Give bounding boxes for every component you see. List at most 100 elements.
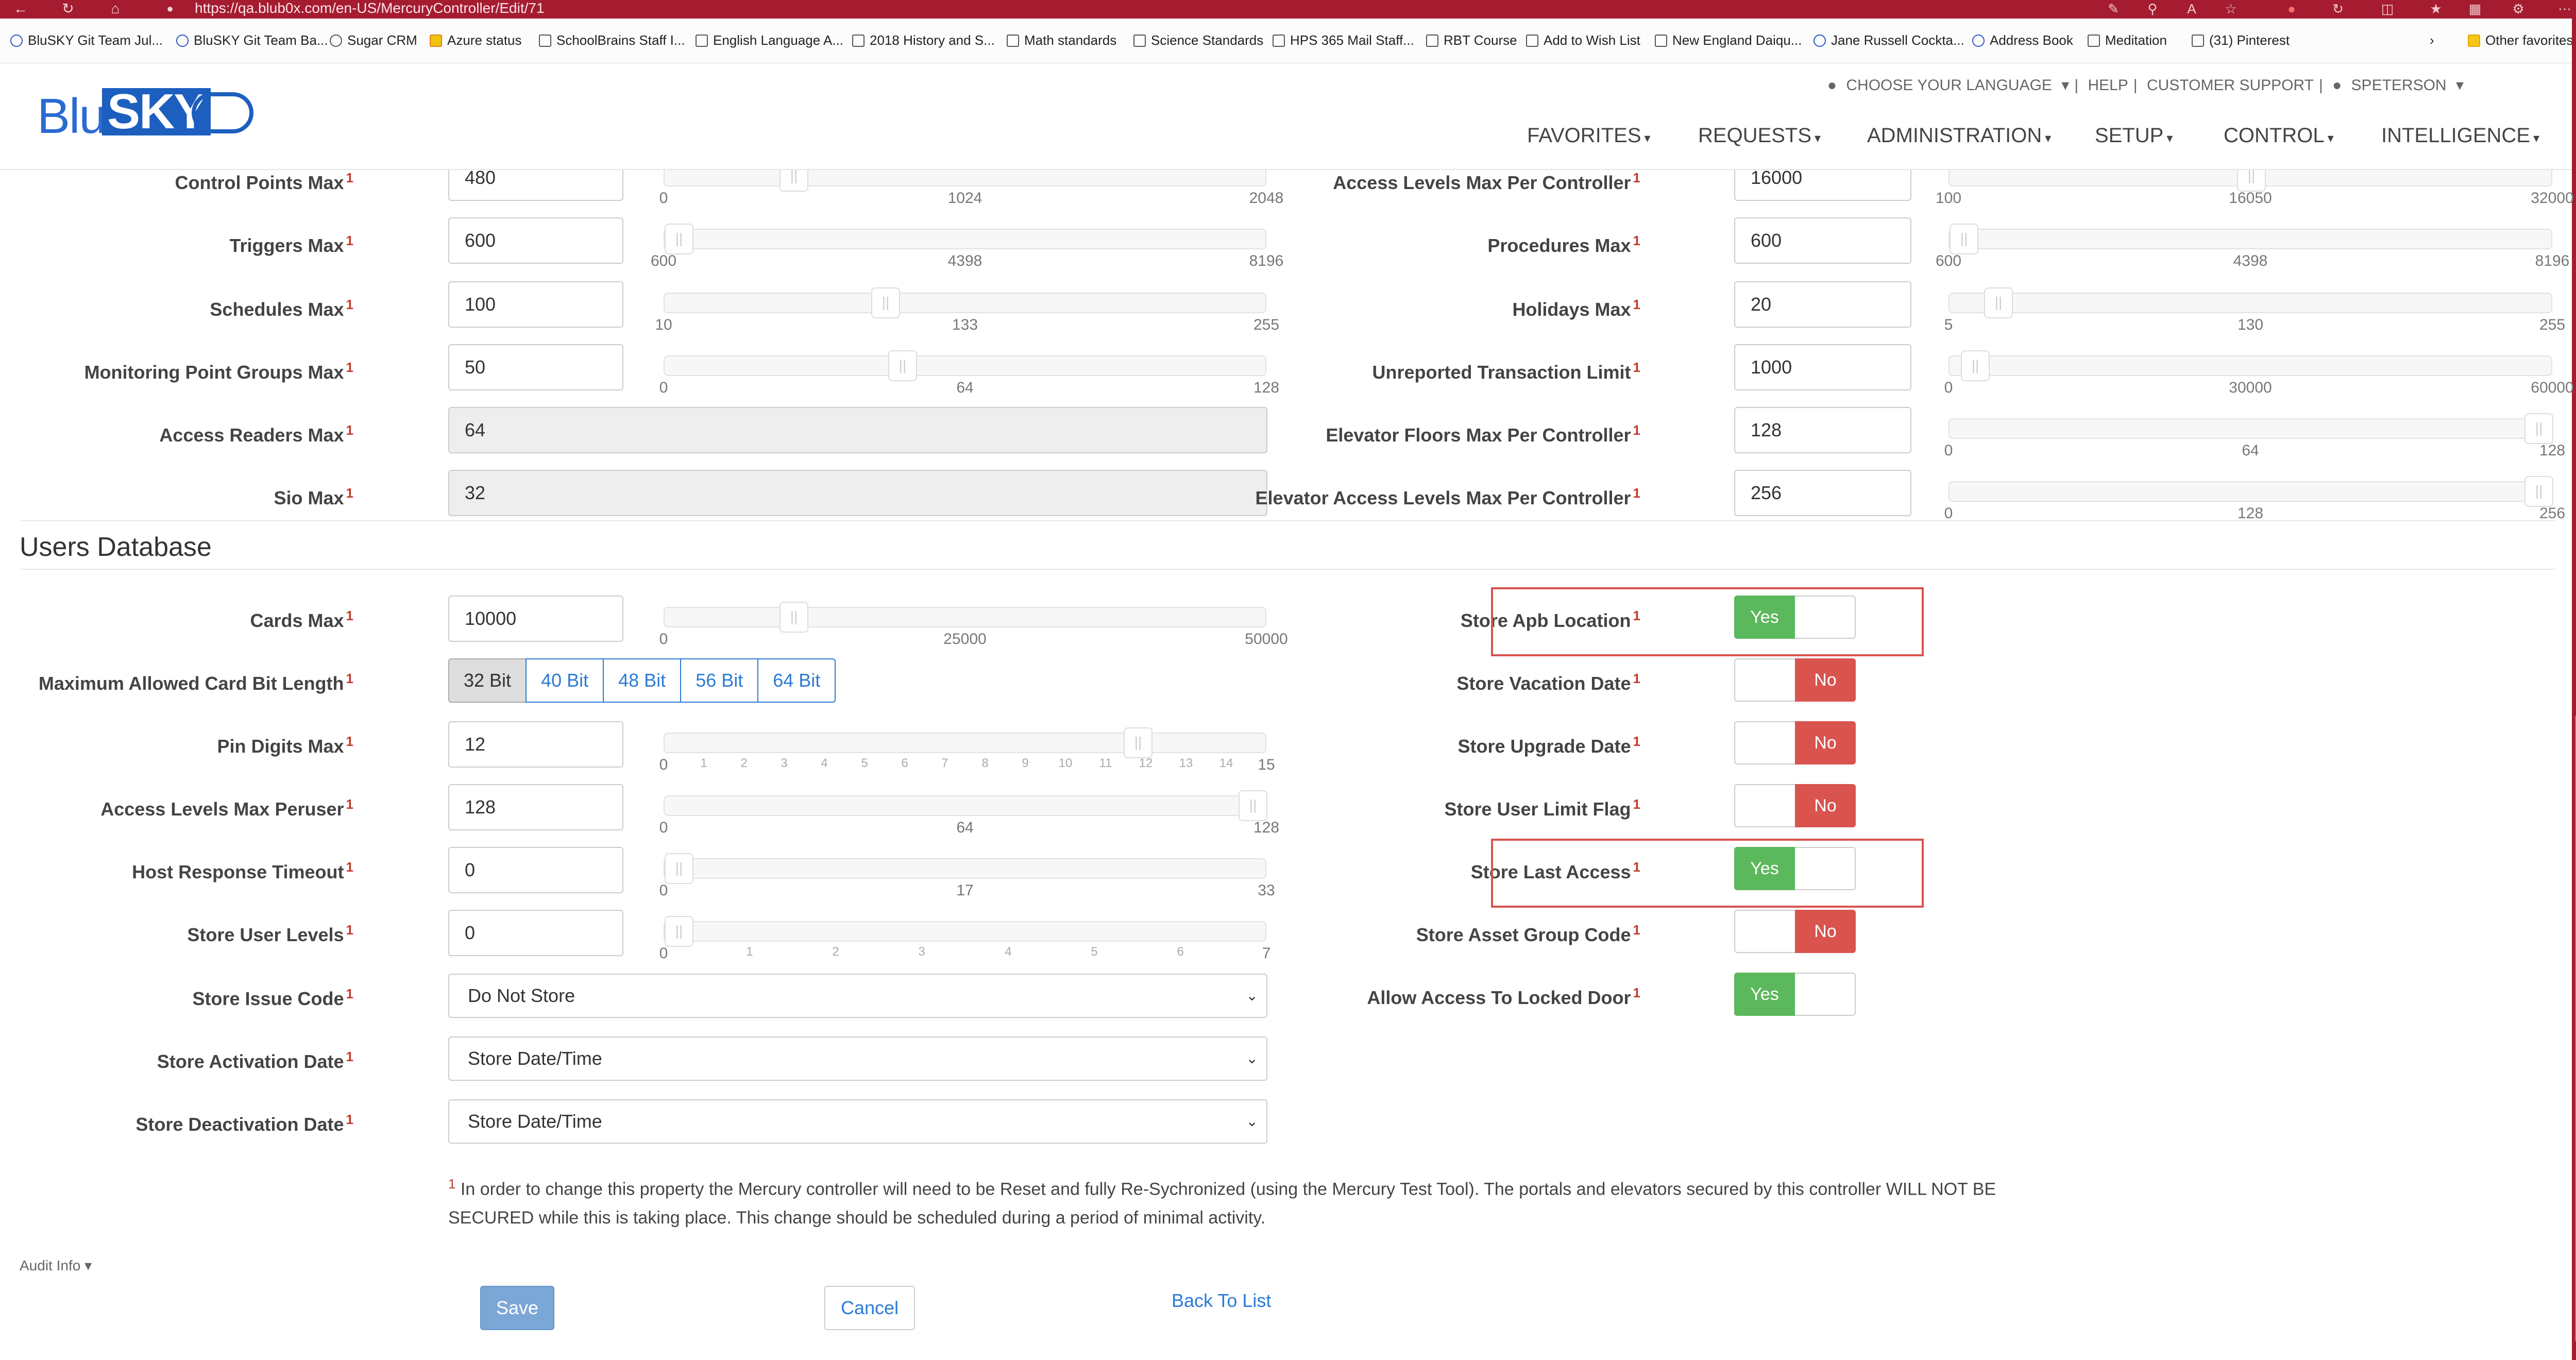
bit-length-option[interactable]: 64 Bit	[757, 658, 836, 703]
slider-handle[interactable]: ||	[2524, 413, 2553, 444]
slider-handle[interactable]: ||	[2524, 476, 2553, 507]
field-label-text: Cards Max	[250, 610, 344, 631]
host-response-timeout-input[interactable]: 0	[448, 847, 623, 893]
bit-length-option[interactable]: 56 Bit	[680, 658, 759, 703]
slider-handle[interactable]: ||	[1239, 790, 1267, 821]
help-link[interactable]: HELP	[2088, 77, 2128, 94]
nav-administration[interactable]: ADMINISTRATION ▾	[1867, 124, 2051, 147]
field-label: Access Readers Max 1	[159, 422, 353, 446]
number-input[interactable]: 20	[1734, 281, 1911, 328]
range-slider[interactable]: ||	[664, 224, 1266, 254]
nav-control[interactable]: CONTROL ▾	[2224, 124, 2334, 147]
field-label-text: Procedures Max	[1487, 235, 1631, 256]
slider-tick-label: 6	[1177, 945, 1184, 959]
slider-mid-label: 128	[2237, 505, 2264, 522]
store-activation-date-select[interactable]: Store Date/Time ⌄	[448, 1036, 1267, 1081]
back-to-list-link[interactable]: Back To List	[1172, 1290, 1271, 1312]
slider-tick-label: 0	[659, 945, 668, 962]
slider-min-label: 10	[655, 316, 672, 333]
bit-length-option[interactable]: 32 Bit	[448, 658, 527, 703]
slider-tick-label: 13	[1179, 756, 1193, 770]
blusky-logo[interactable]: Blu SKY	[37, 83, 264, 144]
nav-favorites[interactable]: FAVORITES ▾	[1527, 124, 1651, 147]
yes-no-toggle[interactable]: Yes	[1734, 973, 1856, 1016]
field-label: Store Upgrade Date 1	[1458, 734, 1640, 757]
nav-intelligence[interactable]: INTELLIGENCE ▾	[2381, 124, 2539, 147]
field-label-text: Elevator Access Levels Max Per Controlle…	[1255, 487, 1631, 508]
range-slider[interactable]: ||	[664, 916, 1266, 947]
field-label: Store Deactivation Date 1	[135, 1112, 353, 1135]
number-input[interactable]: 256	[1734, 470, 1911, 516]
slider-min-label: 0	[1944, 379, 1953, 396]
range-slider[interactable]: ||	[664, 790, 1267, 821]
pin-digits-input[interactable]: 12	[448, 721, 623, 768]
required-marker: 1	[346, 922, 353, 938]
range-slider[interactable]: ||	[1948, 350, 2552, 381]
slider-handle[interactable]: ||	[1950, 224, 1978, 254]
number-input[interactable]: 1000	[1734, 344, 1911, 390]
store-deactivation-date-select[interactable]: Store Date/Time ⌄	[448, 1099, 1267, 1144]
slider-handle[interactable]: ||	[665, 916, 693, 947]
save-button[interactable]: Save	[480, 1286, 554, 1330]
range-slider[interactable]: ||	[664, 287, 1266, 318]
caret-down-icon: ▾	[84, 1257, 92, 1273]
field-label-text: Store Asset Group Code	[1416, 924, 1631, 945]
bit-length-option[interactable]: 48 Bit	[603, 658, 682, 703]
field-label: Store Vacation Date 1	[1456, 671, 1640, 694]
chevron-down-icon: ⌄	[1246, 988, 1258, 1004]
number-input[interactable]: 100	[448, 281, 623, 328]
cancel-button[interactable]: Cancel	[824, 1286, 915, 1330]
slider-handle[interactable]: ||	[871, 287, 900, 318]
customer-support-link[interactable]: CUSTOMER SUPPORT	[2147, 77, 2314, 94]
yes-no-toggle[interactable]: No	[1734, 910, 1856, 953]
user-menu[interactable]: ● SPETERSON ▾	[2332, 77, 2464, 94]
yes-no-toggle[interactable]: No	[1734, 658, 1856, 702]
slider-max-label: 33	[1258, 882, 1275, 899]
required-marker: 1	[1633, 734, 1640, 749]
slider-tick-label: 1	[746, 945, 753, 959]
nav-setup[interactable]: SETUP ▾	[2095, 124, 2173, 147]
slider-tick-label: 1	[700, 756, 707, 770]
slider-min-label: 0	[659, 631, 668, 648]
slider-tick-label: 3	[781, 756, 788, 770]
range-slider[interactable]: ||	[1948, 287, 2552, 318]
cards-max-input[interactable]: 10000	[448, 596, 623, 642]
number-input[interactable]: 600	[448, 217, 623, 264]
select-value: Do Not Store	[468, 985, 575, 1006]
range-slider[interactable]: ||	[1948, 476, 2553, 507]
store-issue-code-select[interactable]: Do Not Store ⌄	[448, 974, 1267, 1018]
range-slider[interactable]: ||	[1948, 224, 2552, 254]
yes-no-toggle[interactable]: No	[1734, 721, 1856, 764]
field-label-text: Pin Digits Max	[217, 736, 344, 757]
field-label-text: Unreported Transaction Limit	[1372, 362, 1631, 383]
slider-tick-label: 15	[1258, 756, 1275, 773]
slider-handle[interactable]: ||	[1984, 287, 2013, 318]
slider-handle[interactable]: ||	[779, 602, 808, 633]
slider-max-label: 255	[2539, 316, 2566, 333]
language-selector[interactable]: ● CHOOSE YOUR LANGUAGE ▾	[1827, 77, 2069, 94]
field-label-text: Holidays Max	[1512, 299, 1631, 320]
number-input[interactable]: 128	[1734, 407, 1911, 453]
slider-handle[interactable]: ||	[1124, 727, 1153, 758]
range-slider[interactable]: ||	[664, 853, 1266, 884]
nav-requests[interactable]: REQUESTS ▾	[1698, 124, 1821, 147]
slider-handle[interactable]: ||	[888, 350, 917, 381]
slider-handle[interactable]: ||	[665, 224, 693, 254]
field-label: Procedures Max 1	[1487, 233, 1640, 257]
slider-handle[interactable]: ||	[665, 853, 693, 884]
bit-length-option[interactable]: 40 Bit	[526, 658, 604, 703]
range-slider[interactable]: ||	[1948, 413, 2553, 444]
range-slider[interactable]: ||	[664, 602, 1266, 633]
range-slider[interactable]: ||	[664, 350, 1266, 381]
range-slider[interactable]: ||	[664, 727, 1266, 758]
yes-no-toggle[interactable]: No	[1734, 784, 1856, 827]
audit-info-toggle[interactable]: Audit Info ▾	[20, 1257, 92, 1274]
number-input[interactable]: 600	[1734, 217, 1911, 264]
slider-mid-label: 1024	[947, 190, 982, 207]
highlight-box	[1491, 587, 1924, 656]
number-input[interactable]: 50	[448, 344, 623, 390]
slider-handle[interactable]: ||	[1961, 350, 1990, 381]
store-user-levels-input[interactable]: 0	[448, 910, 623, 956]
required-marker: 1	[346, 986, 353, 1001]
access-levels-peruser-input[interactable]: 128	[448, 784, 623, 830]
